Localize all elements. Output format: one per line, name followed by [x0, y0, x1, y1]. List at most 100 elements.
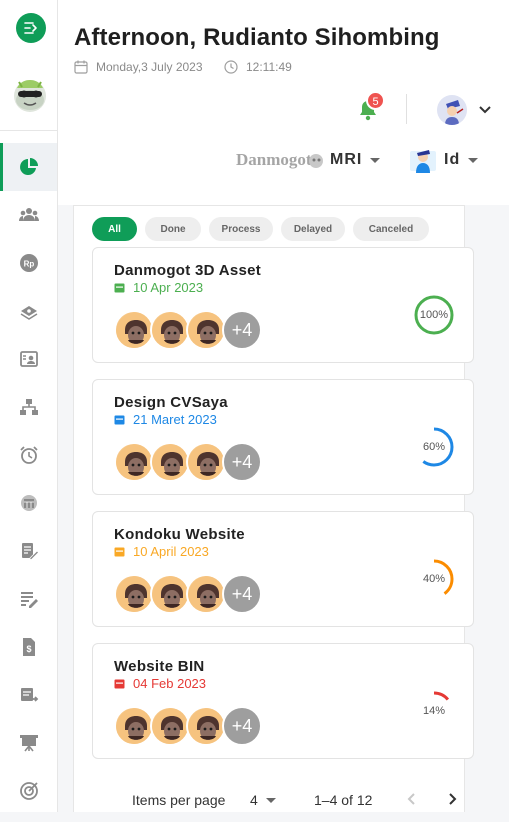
notification-badge: 5: [366, 91, 385, 110]
projects-panel: All Done Process Delayed Canceled Danmog…: [73, 205, 474, 812]
presentation-icon: [19, 735, 38, 752]
edit-note-icon: [21, 543, 39, 560]
sidebar-item-reports[interactable]: [0, 575, 57, 623]
filter-chip-process[interactable]: Process: [209, 217, 273, 241]
member-avatar[interactable]: [114, 706, 154, 746]
filter-chip-canceled[interactable]: Canceled: [353, 217, 429, 241]
sidebar-item-employee[interactable]: [0, 335, 57, 383]
calendar-icon: [114, 283, 125, 293]
progress-label: 60%: [422, 441, 446, 453]
member-avatar[interactable]: [150, 706, 190, 746]
member-avatar[interactable]: [114, 310, 154, 350]
group-icon: [18, 208, 39, 221]
sidebar-item-tasks[interactable]: [0, 527, 57, 575]
alarm-icon: [19, 446, 38, 464]
project-card[interactable]: Design CVSaya 21 Maret 2023 +4 60%: [92, 379, 474, 495]
member-avatar[interactable]: [186, 706, 226, 746]
sidebar-item-presentation[interactable]: [0, 719, 57, 767]
date-text: Monday,3 July 2023: [96, 60, 203, 74]
sidebar-item-attendance[interactable]: [0, 431, 57, 479]
svg-text:Rp: Rp: [23, 260, 34, 269]
progress-ring: 14%: [413, 690, 455, 732]
progress-label: 14%: [422, 705, 446, 717]
project-date-text: 10 Apr 2023: [133, 280, 204, 295]
rupiah-icon: Rp: [19, 254, 38, 272]
calendar-icon: [20, 495, 37, 511]
page-title: Afternoon, Rudianto Sihombing: [74, 24, 440, 51]
sidebar-toggle-button[interactable]: [16, 13, 46, 43]
project-card[interactable]: Kondoku Website 10 April 2023 +4 40%: [92, 511, 474, 627]
member-avatar[interactable]: [114, 574, 154, 614]
member-avatar[interactable]: [186, 442, 226, 482]
member-avatar[interactable]: [150, 574, 190, 614]
next-page-icon[interactable]: [444, 791, 460, 807]
member-avatar[interactable]: [114, 442, 154, 482]
person-card-icon: [19, 351, 38, 367]
project-card[interactable]: Website BIN 04 Feb 2023 +4 14%: [92, 643, 474, 759]
app-logo[interactable]: [9, 74, 51, 116]
items-per-page-caret-icon[interactable]: [266, 798, 276, 803]
pagination: Items per page 4 1–4 of 12: [74, 792, 466, 822]
sidebar-item-team[interactable]: [0, 191, 57, 239]
pagination-range: 1–4 of 12: [314, 792, 373, 808]
project-date: 04 Feb 2023: [114, 676, 206, 691]
project-date: 10 Apr 2023: [114, 280, 203, 295]
project-title: Danmogot 3D Asset: [114, 262, 262, 279]
project-title: Website BIN: [114, 658, 205, 675]
sidebar-item-invoice[interactable]: $: [0, 623, 57, 671]
date-display: Monday,3 July 2023: [74, 60, 203, 74]
filter-chip-done[interactable]: Done: [145, 217, 201, 241]
user-avatar[interactable]: [437, 95, 467, 125]
sidebar-divider: [0, 130, 57, 131]
chevron-down-icon[interactable]: [478, 103, 492, 117]
progress-ring: 100%: [413, 294, 455, 336]
calendar-icon: [114, 679, 125, 689]
member-avatar[interactable]: [186, 310, 226, 350]
calendar-icon: [114, 415, 125, 425]
previous-page-icon[interactable]: [404, 791, 420, 807]
menu-collapse-icon: [24, 22, 37, 34]
progress-label: 40%: [422, 573, 446, 585]
company-caret-icon[interactable]: [370, 158, 380, 163]
progress-label: 100%: [419, 309, 449, 321]
sidebar-item-transfer[interactable]: [0, 671, 57, 719]
money-icon: [20, 306, 37, 320]
org-chart-icon: [19, 399, 38, 415]
project-title: Design CVSaya: [114, 394, 228, 411]
filter-chip-all[interactable]: All: [92, 217, 137, 241]
more-members-count[interactable]: +4: [222, 574, 262, 614]
language-caret-icon[interactable]: [468, 158, 478, 163]
member-avatar[interactable]: [150, 310, 190, 350]
sidebar-item-goals[interactable]: [0, 767, 57, 815]
progress-ring: 60%: [413, 426, 455, 468]
project-date-text: 10 April 2023: [133, 544, 209, 559]
more-members-count[interactable]: +4: [222, 442, 262, 482]
items-per-page-select[interactable]: 4: [250, 792, 258, 808]
sidebar-item-calendar[interactable]: [0, 479, 57, 527]
project-title: Kondoku Website: [114, 526, 245, 543]
sidebar-item-dashboard[interactable]: [0, 143, 57, 191]
project-date-text: 21 Maret 2023: [133, 412, 217, 427]
brand-text: Danmogot: [236, 150, 312, 169]
dollar-file-icon: $: [22, 638, 35, 656]
progress-ring: 40%: [413, 558, 455, 600]
filter-chip-delayed[interactable]: Delayed: [281, 217, 345, 241]
project-date-text: 04 Feb 2023: [133, 676, 207, 691]
time-display: 12:11:49: [224, 60, 292, 74]
sidebar: Rp $: [0, 0, 58, 812]
company-selector[interactable]: MRI: [330, 151, 362, 169]
time-text: 12:11:49: [246, 60, 292, 74]
member-avatar[interactable]: [186, 574, 226, 614]
more-members-count[interactable]: +4: [222, 310, 262, 350]
sidebar-item-payroll[interactable]: Rp: [0, 239, 57, 287]
more-members-count[interactable]: +4: [222, 706, 262, 746]
member-avatar[interactable]: [150, 442, 190, 482]
project-date: 10 April 2023: [114, 544, 209, 559]
project-card[interactable]: Danmogot 3D Asset 10 Apr 2023 +4 100%: [92, 247, 474, 363]
sidebar-item-organization[interactable]: [0, 383, 57, 431]
list-edit-icon: [20, 592, 38, 608]
sidebar-item-money[interactable]: [0, 287, 57, 335]
calendar-icon: [74, 60, 88, 74]
calendar-icon: [114, 547, 125, 557]
language-selector[interactable]: Id: [444, 151, 460, 169]
